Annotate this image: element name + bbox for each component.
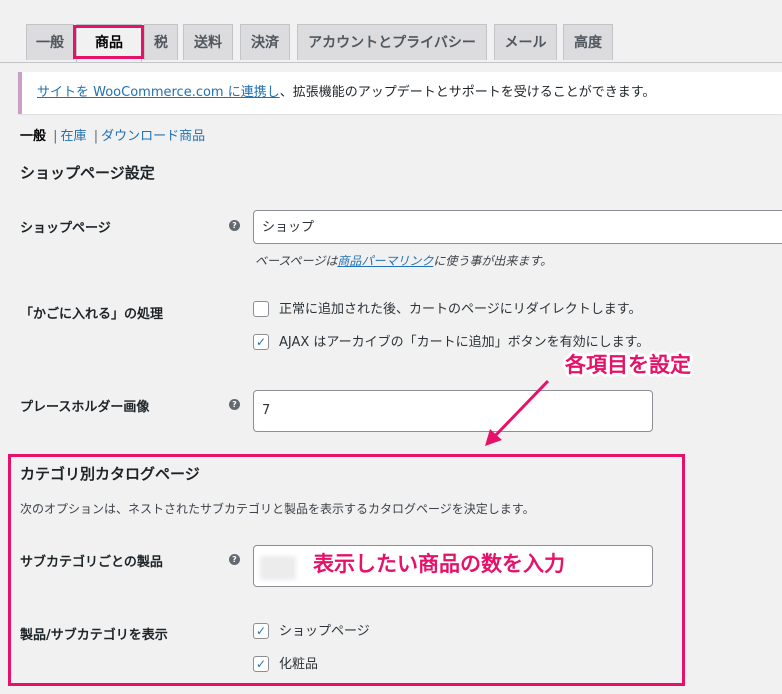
subnav-general: 一般 bbox=[20, 129, 47, 144]
subnav-downloadable[interactable]: ダウンロード商品 bbox=[101, 129, 205, 144]
help-icon[interactable]: ? bbox=[229, 220, 240, 231]
subnav-inventory[interactable]: 在庫 bbox=[61, 129, 87, 144]
notice-text: 、拡張機能のアップデートとサポートを受けることができます。 bbox=[279, 85, 656, 100]
cart-behavior-label: 「かごに入れる」の処理 bbox=[20, 307, 164, 322]
shop-page-label: ショップページ bbox=[20, 221, 111, 236]
placeholder-image-input[interactable]: 7 bbox=[253, 390, 653, 432]
shop-settings-heading: ショップページ設定 bbox=[20, 164, 155, 182]
redirect-option-label: 正常に追加された後、カートのページにリダイレクトします。 bbox=[279, 302, 642, 317]
shop-page-option-label: ショップページ bbox=[279, 624, 370, 639]
section-subnav: 一般 | 在庫 | ダウンロード商品 bbox=[20, 125, 205, 144]
shop-page-checkbox[interactable]: ✓ bbox=[253, 622, 269, 639]
cosmetics-checkbox[interactable]: ✓ bbox=[253, 655, 269, 672]
shop-page-option[interactable]: ✓ ショップページ bbox=[253, 622, 370, 641]
tab-general[interactable]: 一般 bbox=[26, 24, 74, 60]
shop-page-select[interactable]: ショップ bbox=[253, 210, 782, 244]
desc-suffix: に使う事が出来ます。 bbox=[433, 254, 553, 268]
tab-advanced[interactable]: 高度 bbox=[563, 24, 613, 60]
help-icon[interactable]: ? bbox=[229, 554, 240, 565]
connect-notice: サイトを WooCommerce.com に連携し、拡張機能のアップデートとサポ… bbox=[18, 72, 782, 114]
cosmetics-option-label: 化粧品 bbox=[279, 657, 319, 672]
catalog-description: 次のオプションは、ネストされたサブカテゴリと製品を表示するカタログページを決定し… bbox=[20, 502, 535, 516]
help-icon[interactable]: ? bbox=[229, 399, 240, 410]
active-tab-highlight bbox=[73, 25, 144, 59]
annotation-arrow-icon bbox=[485, 379, 550, 446]
products-per-subcategory-label: サブカテゴリごとの製品 bbox=[20, 555, 163, 570]
ajax-option-label: AJAX はアーカイブの「カートに追加」ボタンを有効にします。 bbox=[279, 335, 650, 350]
placeholder-image-label: プレースホルダー画像 bbox=[20, 400, 150, 415]
blurred-value bbox=[260, 556, 296, 580]
tab-accounts-privacy[interactable]: アカウントとプライバシー bbox=[297, 24, 487, 60]
redirect-to-cart-option[interactable]: 正常に追加された後、カートのページにリダイレクトします。 bbox=[253, 300, 642, 319]
cosmetics-option[interactable]: ✓ 化粧品 bbox=[253, 655, 319, 674]
shop-page-description: ベースページは商品パーマリンクに使う事が出来ます。 bbox=[255, 252, 552, 269]
ajax-checkbox[interactable]: ✓ bbox=[253, 333, 269, 350]
redirect-checkbox[interactable] bbox=[253, 300, 269, 317]
subnav-separator: | bbox=[53, 129, 58, 144]
connect-link[interactable]: サイトを WooCommerce.com に連携し bbox=[37, 85, 280, 100]
product-permalink-link[interactable]: 商品パーマリンク bbox=[337, 254, 433, 268]
tab-tax[interactable]: 税 bbox=[144, 24, 178, 60]
catalog-heading: カテゴリ別カタログページ bbox=[20, 465, 200, 483]
callout-enter-product-count: 表示したい商品の数を入力 bbox=[313, 552, 565, 576]
subnav-separator: | bbox=[93, 129, 99, 144]
tab-email[interactable]: メール bbox=[494, 24, 557, 60]
show-products-label: 製品/サブカテゴリを表示 bbox=[20, 628, 168, 643]
tab-shipping[interactable]: 送料 bbox=[183, 24, 233, 60]
callout-set-each-item: 各項目を設定 bbox=[565, 353, 691, 377]
tab-payments[interactable]: 決済 bbox=[240, 24, 290, 60]
desc-prefix: ベースページは bbox=[255, 254, 338, 268]
